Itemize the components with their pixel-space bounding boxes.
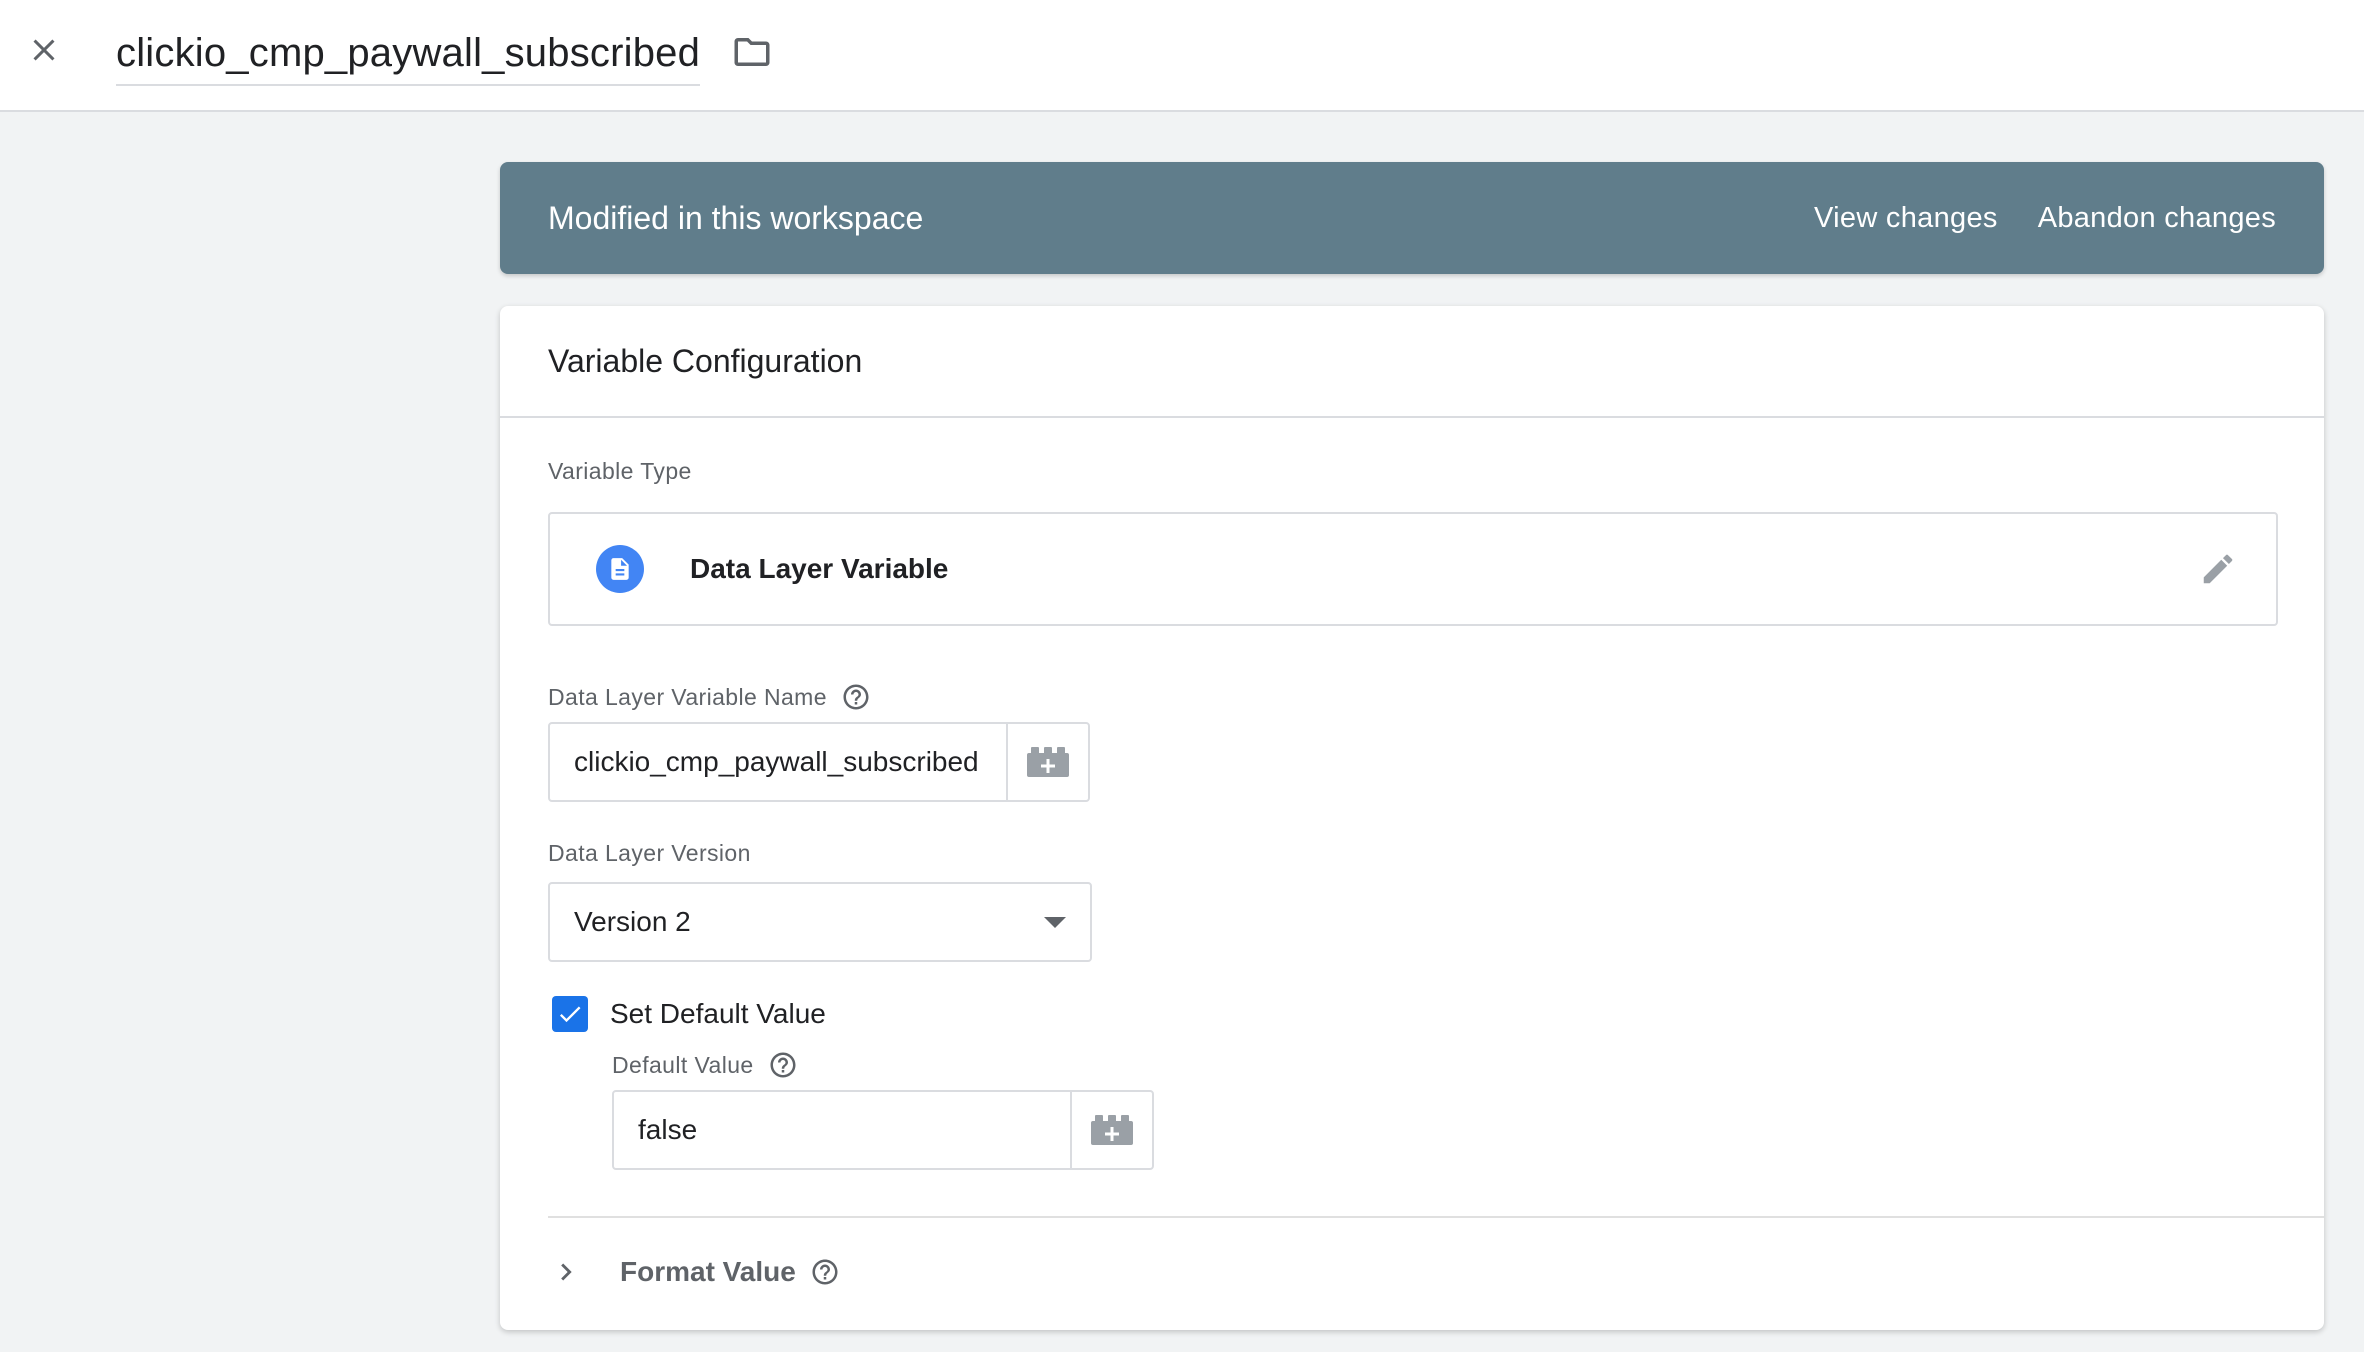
dl-version-label: Data Layer Version xyxy=(548,840,751,867)
workspace-status-banner: Modified in this workspace View changes … xyxy=(500,162,2324,274)
abandon-changes-button[interactable]: Abandon changes xyxy=(2038,202,2276,235)
set-default-value-label: Set Default Value xyxy=(610,998,826,1029)
folder-button[interactable] xyxy=(728,28,776,76)
close-icon xyxy=(33,39,55,61)
dl-version-label-text: Data Layer Version xyxy=(548,840,751,866)
insert-variable-icon xyxy=(1091,1115,1133,1145)
format-value-label: Format Value xyxy=(620,1256,796,1287)
variable-type-label-text: Variable Type xyxy=(548,458,692,484)
dl-variable-name-input[interactable]: clickio_cmp_paywall_subscribed xyxy=(550,724,1006,800)
default-value-label-text: Default Value xyxy=(612,1051,754,1078)
dl-variable-name-label: Data Layer Variable Name xyxy=(548,682,871,712)
dl-variable-name-label-text: Data Layer Variable Name xyxy=(548,683,827,710)
help-icon[interactable] xyxy=(810,1257,840,1287)
folder-icon xyxy=(734,38,770,66)
chevron-right-icon xyxy=(548,1254,584,1290)
banner-message: Modified in this workspace xyxy=(548,199,924,236)
document-icon xyxy=(596,545,644,593)
insert-variable-icon xyxy=(1027,747,1069,777)
default-value-group: false xyxy=(612,1090,1154,1170)
edit-variable-type-button[interactable] xyxy=(2194,545,2242,593)
top-bar: clickio_cmp_paywall_subscribed xyxy=(0,0,2364,112)
card-header: Variable Configuration xyxy=(500,306,2324,418)
view-changes-button[interactable]: View changes xyxy=(1814,202,1998,235)
dropdown-arrow-icon xyxy=(1044,916,1066,928)
variable-type-label: Variable Type xyxy=(548,458,692,485)
checkmark-icon xyxy=(559,1006,581,1023)
help-icon[interactable] xyxy=(841,682,871,712)
variable-configuration-card: Variable Configuration Variable Type Dat… xyxy=(500,306,2324,1330)
card-title: Variable Configuration xyxy=(548,342,863,379)
pencil-icon xyxy=(2203,554,2233,584)
section-divider xyxy=(548,1216,2324,1218)
variable-type-selector[interactable]: Data Layer Variable xyxy=(548,512,2278,626)
dl-version-select[interactable]: Version 2 xyxy=(548,882,1092,962)
format-value-toggle[interactable]: Format Value xyxy=(548,1240,840,1304)
default-value-input[interactable]: false xyxy=(614,1092,1070,1168)
set-default-value-checkbox[interactable] xyxy=(552,996,588,1032)
variable-type-name: Data Layer Variable xyxy=(690,553,949,584)
help-icon[interactable] xyxy=(768,1050,798,1080)
dl-variable-name-group: clickio_cmp_paywall_subscribed xyxy=(548,722,1090,802)
default-value-label: Default Value xyxy=(612,1050,798,1080)
insert-variable-button[interactable] xyxy=(1070,1092,1152,1168)
variable-name-input[interactable]: clickio_cmp_paywall_subscribed xyxy=(116,22,701,86)
variable-title: clickio_cmp_paywall_subscribed xyxy=(116,30,701,75)
dl-version-selected: Version 2 xyxy=(574,906,691,937)
set-default-value-row[interactable]: Set Default Value xyxy=(552,996,826,1032)
close-button[interactable] xyxy=(20,26,68,74)
insert-variable-button[interactable] xyxy=(1006,724,1088,800)
